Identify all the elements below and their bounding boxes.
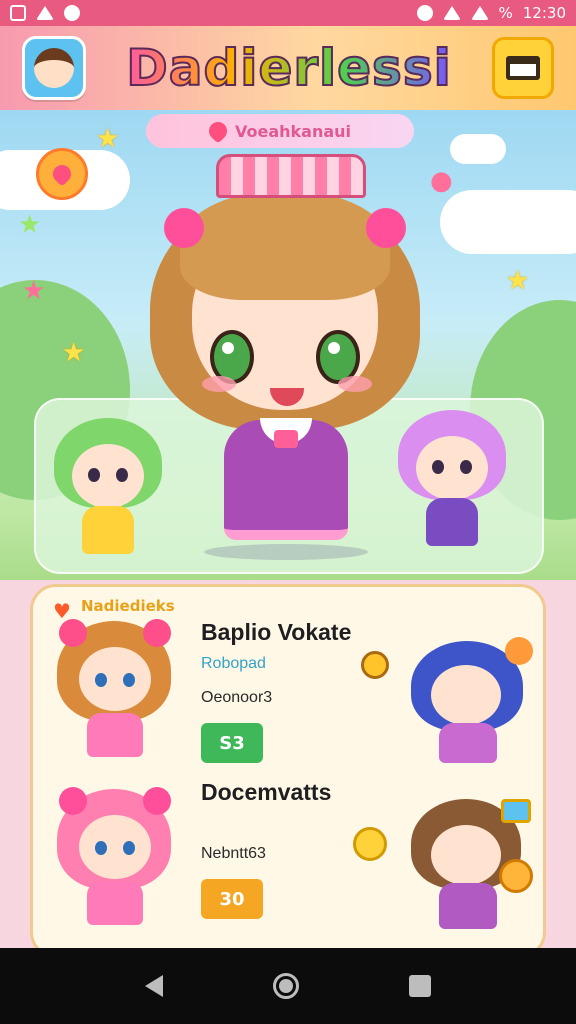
character-list-card: ♥ Nadiedieks Baplio Vokate Robopad Oeono… (30, 584, 546, 958)
battery-label: % (498, 4, 513, 22)
gallery-icon (10, 5, 26, 21)
navigation-bar (0, 948, 576, 1024)
shop-icon (505, 56, 540, 80)
status-time: 12:30 (522, 4, 566, 22)
game-console-icon (501, 799, 531, 823)
profile-avatar-icon (34, 48, 74, 88)
hair-bow (164, 208, 204, 248)
star-icon: ● (430, 166, 453, 196)
smiley-icon (353, 827, 387, 861)
recents-square-icon[interactable] (409, 975, 431, 997)
back-triangle-icon[interactable] (145, 975, 163, 997)
star-icon: ★ (96, 124, 120, 154)
status-right-icons: % 12:30 (416, 4, 566, 22)
star-icon: ★ (22, 276, 46, 306)
alarm-icon (416, 5, 433, 21)
hat-accessory (216, 154, 366, 198)
app-bar: Dadierlessi (0, 26, 576, 110)
cloud-decoration (450, 134, 506, 164)
character-thumbnail (51, 617, 177, 757)
list-item[interactable]: ♥ Nadiedieks Baplio Vokate Robopad Oeono… (33, 597, 543, 773)
star-icon: ★ (506, 266, 530, 296)
character-meta: Nebntt63 (201, 845, 266, 862)
character-subtitle: Robopad (201, 655, 266, 672)
home-circle-icon[interactable] (273, 973, 299, 999)
character-meta: Oeonoor3 (201, 689, 273, 706)
character-illustration (351, 799, 533, 939)
character-name: Baplio Vokate (201, 619, 352, 645)
notification-icon (64, 5, 80, 21)
wifi-icon (442, 6, 461, 20)
wand-icon (361, 651, 389, 679)
hero-banner-text: Voeahkanaui (234, 121, 352, 141)
character-name: Docemvatts (201, 779, 332, 805)
cloud-decoration (440, 190, 576, 254)
status-bar: % 12:30 (0, 0, 576, 26)
value-button[interactable]: S3 (201, 723, 263, 763)
list-item-tag: Nadiedieks (81, 597, 175, 615)
profile-avatar-button[interactable] (22, 36, 86, 100)
hero-scene: Voeahkanaui ★ ★ ★ ★ ● ★ (0, 110, 576, 580)
shop-button[interactable] (491, 37, 554, 99)
signal-icon (470, 6, 489, 20)
hero-banner: Voeahkanaui (146, 114, 414, 148)
status-left-icons (10, 5, 80, 21)
value-button[interactable]: 30 (201, 879, 263, 919)
hair-bow (366, 208, 406, 248)
star-icon: ★ (18, 210, 42, 240)
usb-icon (36, 6, 54, 20)
splash-icon (505, 637, 533, 665)
heart-badge-icon (36, 148, 88, 200)
star-icon: ★ (62, 338, 86, 368)
list-item[interactable]: Docemvatts Nebntt63 30 (33, 765, 543, 941)
main-character[interactable] (140, 150, 430, 560)
smiley-icon (499, 859, 533, 893)
app-title: Dadierlessi (125, 38, 452, 98)
heart-icon (205, 118, 231, 144)
character-thumbnail (51, 785, 177, 925)
character-illustration (351, 631, 533, 771)
